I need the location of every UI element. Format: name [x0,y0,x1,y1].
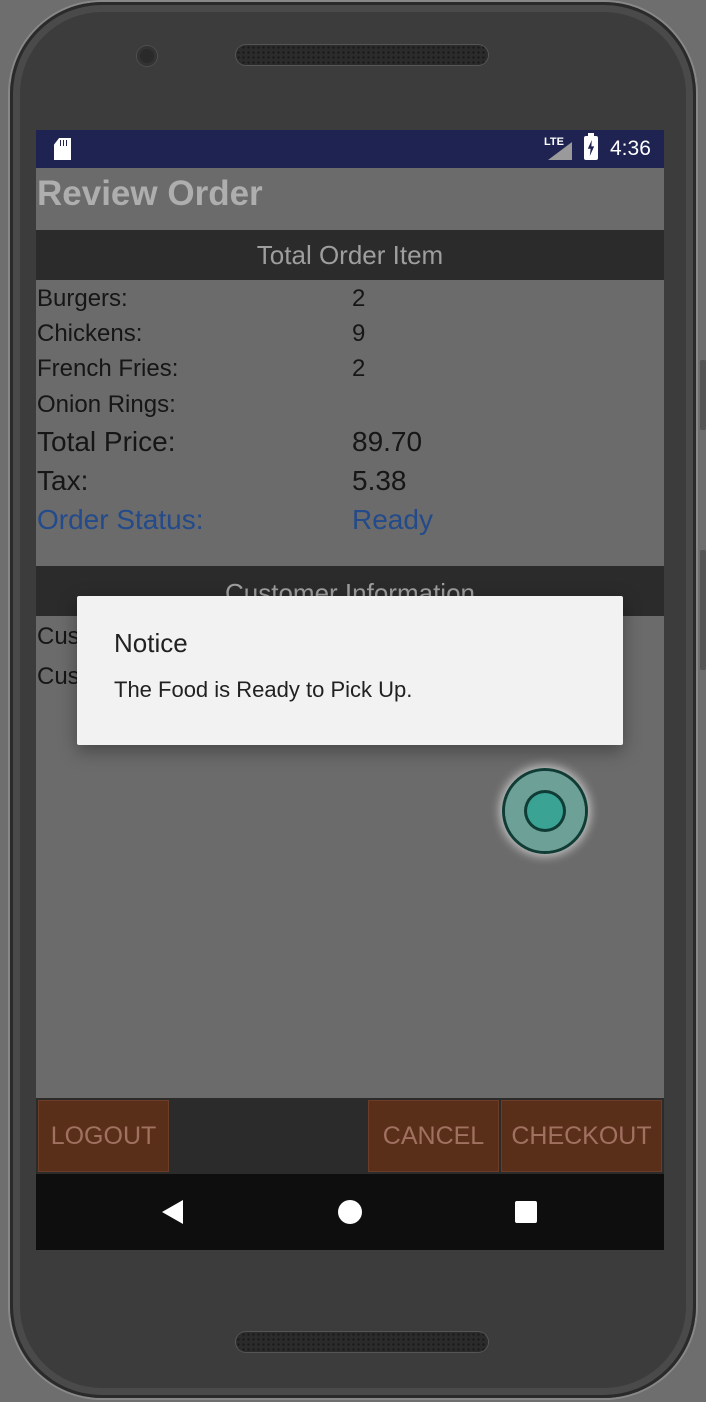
order-item-row: Chickens: 9 [36,320,664,350]
touch-indicator-center [527,793,563,829]
total-price-value: 89.70 [352,426,423,457]
checkout-button[interactable]: CHECKOUT [501,1100,662,1172]
status-bar: LTE 4:36 [36,130,664,168]
tax-row: Tax: 5.38 [36,465,664,499]
order-item-row: French Fries: 2 [36,355,664,385]
earpiece-speaker [236,45,488,65]
recent-apps-icon[interactable] [515,1201,537,1223]
notice-dialog[interactable]: Notice The Food is Ready to Pick Up. [77,596,623,745]
dialog-message: The Food is Ready to Pick Up. [114,677,413,702]
order-status-value: Ready [352,504,433,535]
battery-charging-icon [584,133,598,160]
dialog-title: Notice [114,628,188,658]
bottom-speaker [236,1332,488,1352]
order-item-row: Onion Rings: [36,391,664,421]
logout-button[interactable]: LOGOUT [38,1100,169,1172]
item-label: Burgers: [37,285,128,312]
tax-value: 5.38 [352,465,407,496]
action-bar: LOGOUT CANCEL CHECKOUT [36,1098,664,1174]
order-section-header: Total Order Item [36,230,664,280]
item-quantity: 2 [352,355,366,382]
item-label: Chickens: [37,320,143,347]
status-time: 4:36 [610,137,651,160]
front-camera [137,46,157,66]
order-item-row: Burgers: 2 [36,285,664,315]
item-label: Onion Rings: [37,391,176,418]
back-icon[interactable] [162,1200,183,1224]
cancel-button[interactable]: CANCEL [368,1100,499,1172]
touch-indicator [505,771,585,851]
customer-contact-row: Cus [37,663,80,690]
home-icon[interactable] [338,1200,362,1224]
system-nav-bar [36,1174,664,1250]
tax-label: Tax: [37,465,89,496]
item-quantity: 9 [352,320,366,347]
power-button [700,550,706,670]
volume-button [700,360,706,430]
page-title: Review Order [37,174,263,213]
customer-name-row: Cus [37,623,80,650]
lte-label: LTE [544,136,564,148]
item-quantity: 2 [352,285,366,312]
order-status-row: Order Status: Ready [36,504,664,538]
sd-card-icon [54,138,71,160]
item-label: French Fries: [37,355,179,382]
total-price-label: Total Price: [37,426,176,457]
order-status-label: Order Status: [37,504,204,535]
total-price-row: Total Price: 89.70 [36,426,664,460]
